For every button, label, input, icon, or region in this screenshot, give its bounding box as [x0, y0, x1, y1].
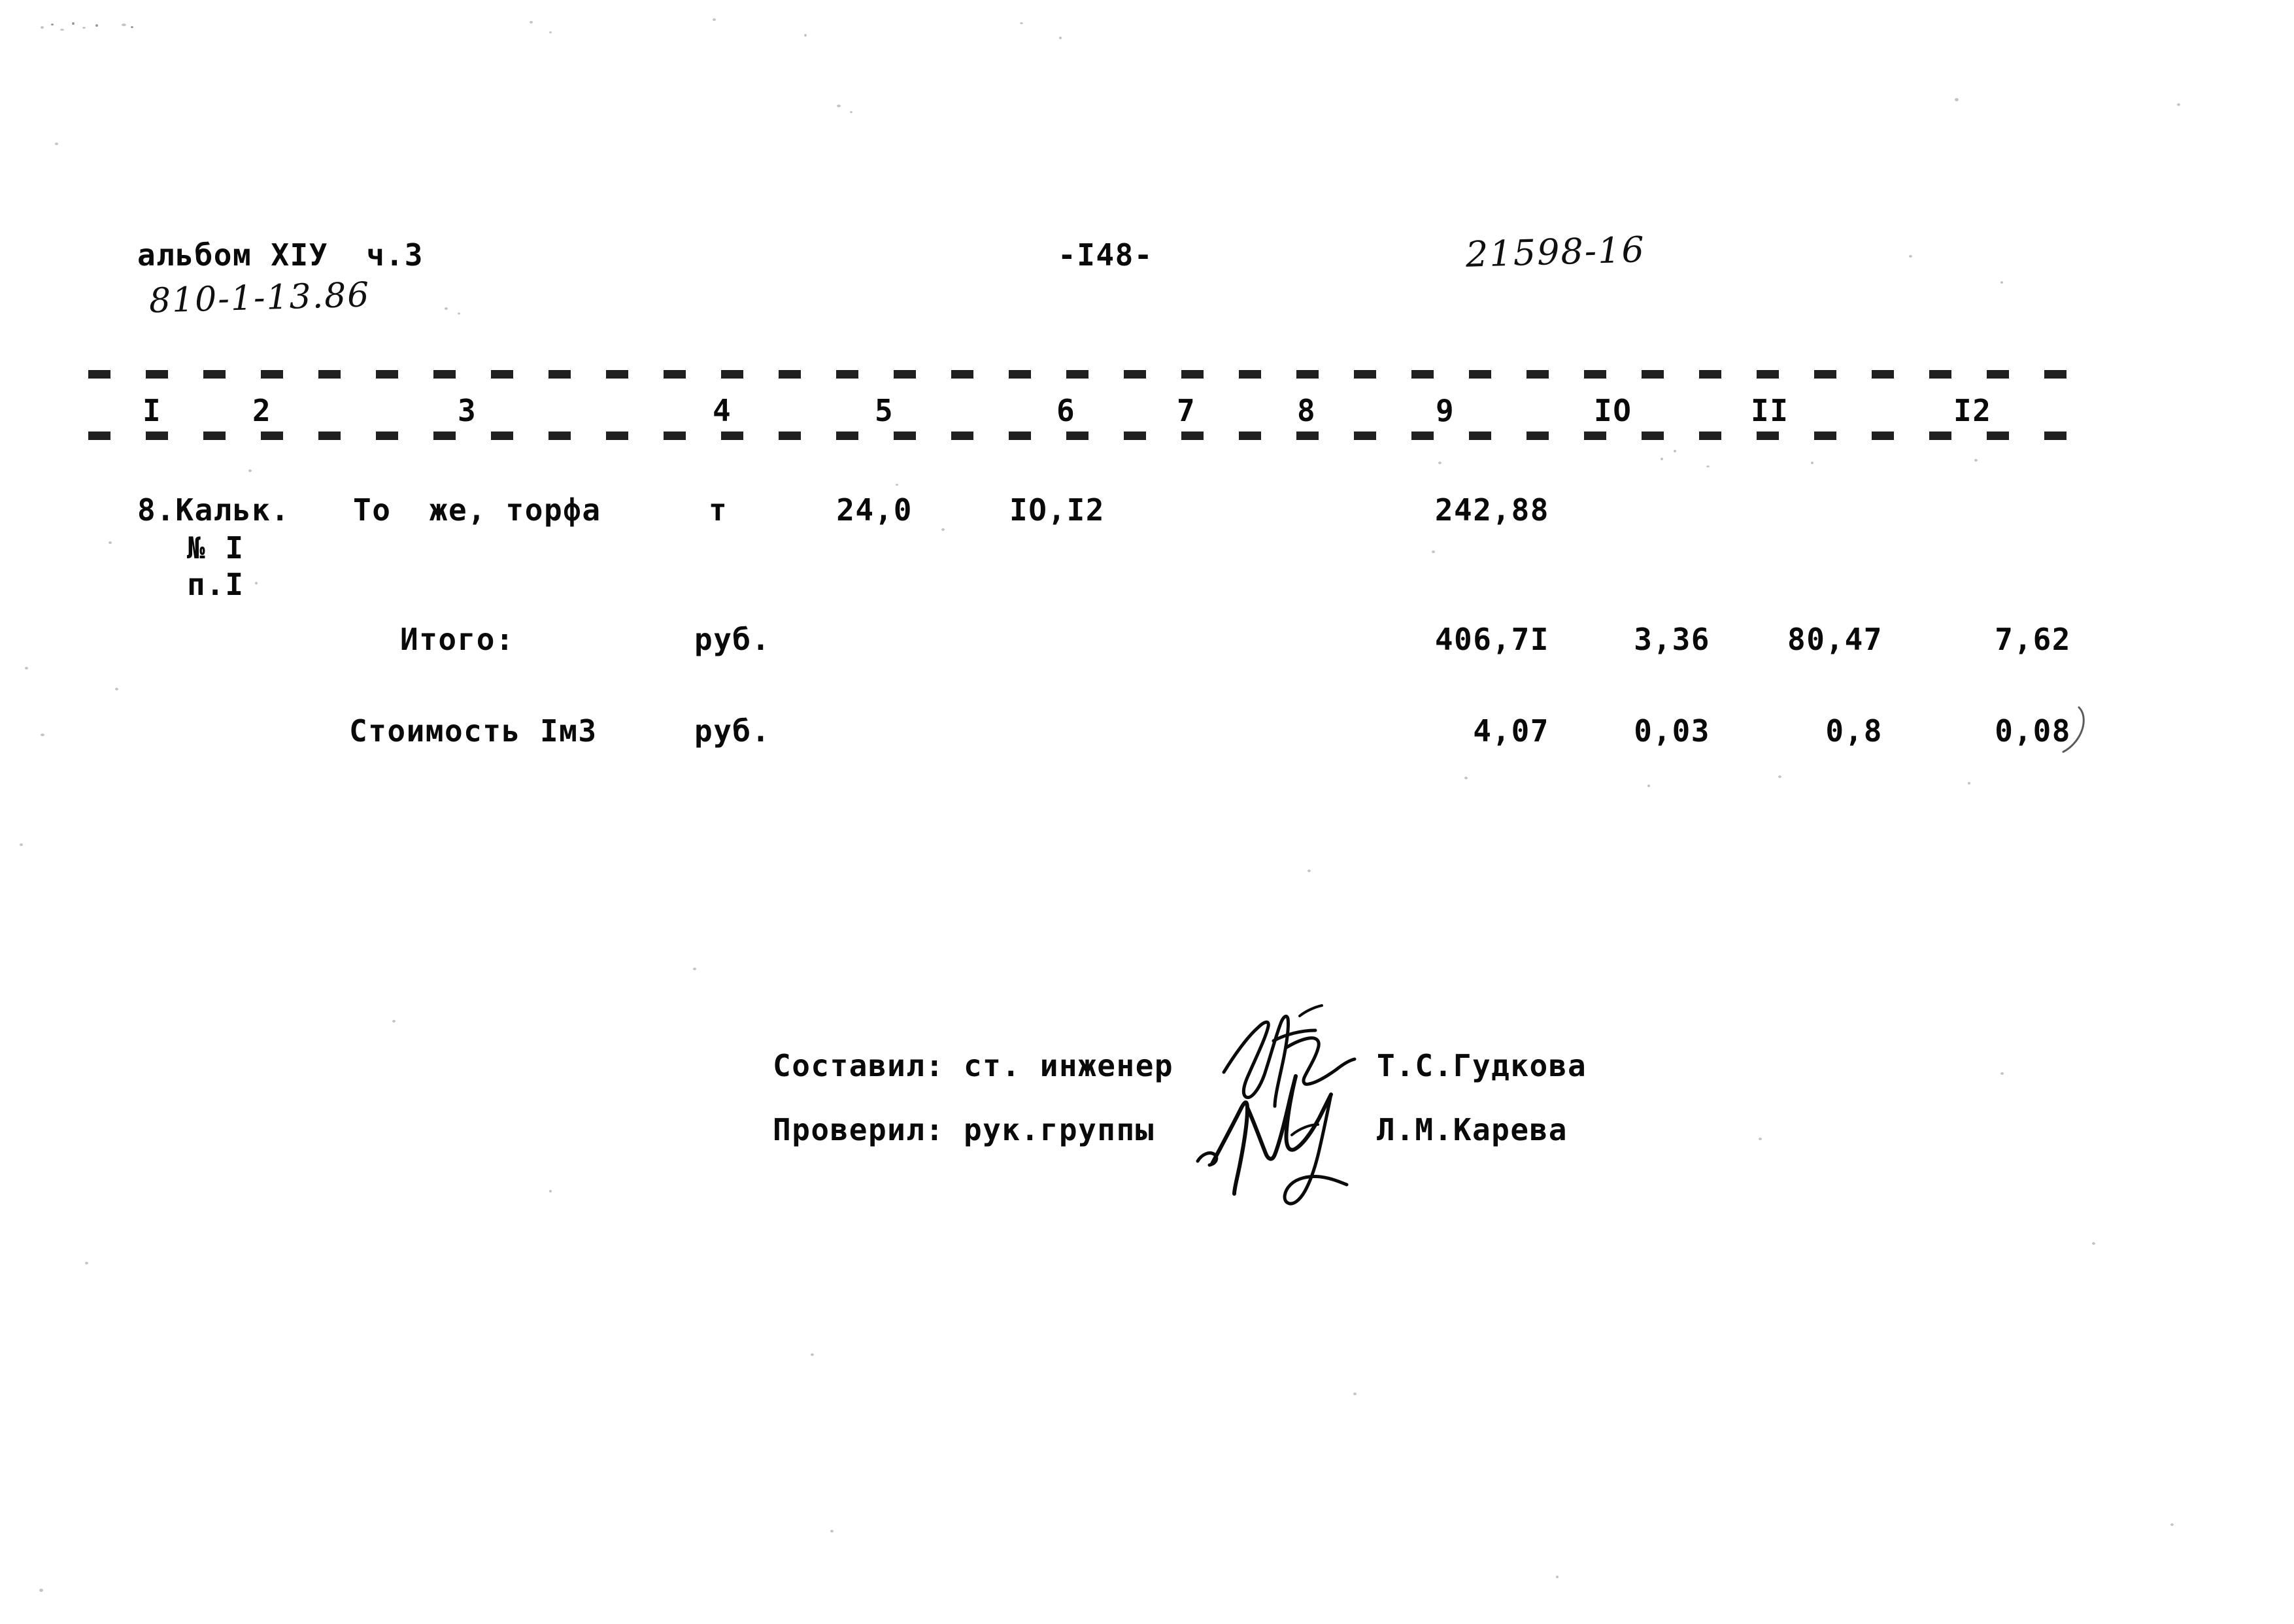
column-header-3: 3: [458, 393, 477, 428]
total-row-col11: 80,47: [1787, 622, 1883, 657]
row1-col5-quantity: 24,0: [836, 492, 913, 528]
prepared-by-name: Т.С.Гудкова: [1377, 1048, 1587, 1083]
total-row-col9: 406,7I: [1434, 622, 1549, 657]
scanned-document-page: альбом XIУ ч.3 810-1-13.86 -I48- 21598-1…: [0, 0, 2294, 1624]
unit-cost-row-col12: 0,08: [1995, 713, 2071, 749]
column-header-2: 2: [252, 393, 272, 428]
column-header-5: 5: [875, 393, 894, 428]
checked-by-signature-icon: [1194, 1072, 1357, 1216]
column-header-9: 9: [1436, 393, 1455, 428]
total-row-col12: 7,62: [1995, 622, 2071, 657]
row1-col9-total: 242,88: [1434, 492, 1549, 528]
row1-col1-line2: № I: [187, 530, 245, 566]
total-row-label: Итого:: [400, 622, 515, 657]
column-header-4: 4: [713, 393, 732, 428]
row1-col4-unit: т: [709, 492, 728, 528]
unit-cost-row-col11: 0,8: [1825, 713, 1883, 749]
row1-col1-line3: п.I: [187, 567, 245, 602]
pen-tick-mark-icon: [2059, 705, 2088, 757]
column-header-10: IO: [1594, 393, 1632, 428]
checked-by-label: Проверил: рук.группы: [773, 1112, 1155, 1147]
column-header-7: 7: [1177, 393, 1196, 428]
column-header-6: 6: [1056, 393, 1076, 428]
total-row-unit: руб.: [694, 622, 771, 657]
table-top-dashed-rule: [88, 370, 2100, 379]
row1-col1-line1: 8.Кальк.: [137, 492, 290, 528]
column-header-12: I2: [1953, 393, 1992, 428]
column-header-8: 8: [1297, 393, 1317, 428]
prepared-by-label: Составил: ст. инженер: [773, 1048, 1174, 1083]
row1-col3-description: То же, торфа: [353, 492, 601, 528]
unit-cost-row-unit: руб.: [694, 713, 771, 749]
drawing-code-handwritten: 810-1-13.86: [148, 275, 371, 321]
unit-cost-row-label: Стоимость Iм3: [349, 713, 598, 749]
unit-cost-row-col10: 0,03: [1634, 713, 1710, 749]
row1-col6-unit-price: IO,I2: [1009, 492, 1105, 528]
column-header-1: I: [143, 393, 162, 428]
unit-cost-row-col9: 4,07: [1473, 713, 1549, 749]
archive-code-handwritten: 21598-16: [1465, 229, 1646, 275]
checked-by-name: Л.М.Карева: [1377, 1112, 1568, 1147]
table-header-bottom-dashed-rule: [88, 431, 2100, 440]
page-number: -I48-: [1058, 237, 1153, 273]
total-row-col10: 3,36: [1634, 622, 1710, 657]
album-label: альбом XIУ ч.3: [137, 237, 424, 273]
column-header-11: II: [1751, 393, 1789, 428]
